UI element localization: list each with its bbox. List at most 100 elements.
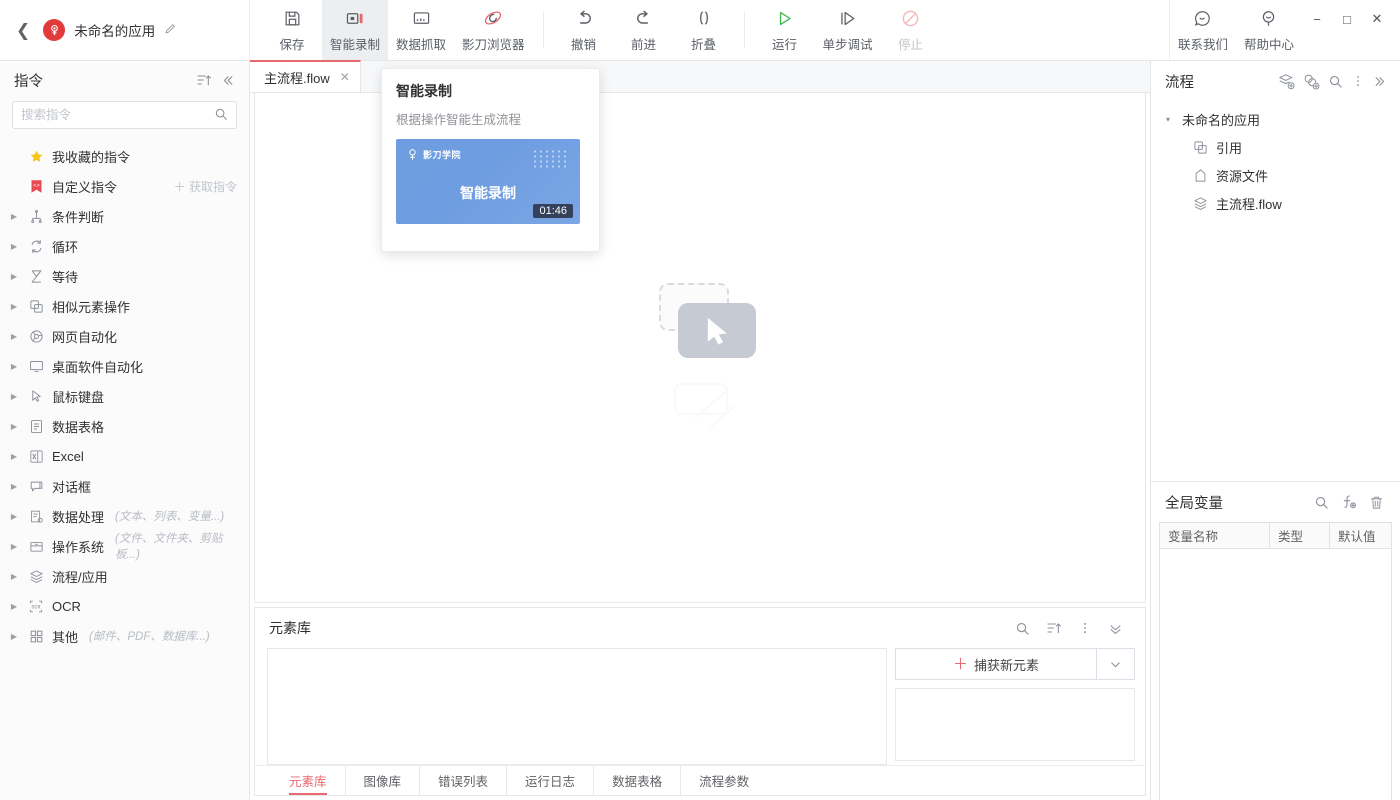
chevron-right-icon[interactable]: ▶	[8, 392, 20, 401]
popover-video-thumbnail[interactable]: 影刀学院 智能录制 01:46	[396, 139, 580, 224]
caret-down-icon[interactable]: ▾	[1161, 115, 1175, 124]
collapse-left-icon[interactable]	[216, 73, 239, 88]
capture-new-element-button[interactable]: ＋ 捕获新元素	[895, 648, 1097, 680]
column-header-variable-name: 变量名称	[1160, 523, 1270, 548]
chevron-right-icon[interactable]: ▶	[8, 452, 20, 461]
search-icon[interactable]	[1308, 495, 1335, 510]
search-icon[interactable]	[1324, 74, 1347, 89]
chevron-right-icon[interactable]: ▶	[8, 572, 20, 581]
toolbar-run[interactable]: 运行	[755, 0, 815, 60]
sidebar-item-data-process[interactable]: ▶ 数据处理 (文本、列表、变量...)	[0, 501, 249, 531]
close-icon[interactable]: ✕	[340, 70, 350, 84]
add-flow-icon[interactable]	[1274, 73, 1299, 90]
edit-name-icon[interactable]	[164, 22, 177, 38]
get-instructions-link[interactable]: ＋ 获取指令	[174, 178, 237, 195]
svg-text:<>: <>	[33, 182, 40, 189]
element-preview-box[interactable]	[895, 688, 1135, 761]
sidebar-item-os[interactable]: ▶ 操作系统 (文件、文件夹、剪贴板...)	[0, 531, 249, 561]
mouse-keyboard-icon	[27, 389, 45, 404]
tree-node-resource-file[interactable]: 资源文件	[1151, 161, 1400, 189]
sidebar-item-mouse-keyboard[interactable]: ▶ 鼠标键盘	[0, 381, 249, 411]
maximize-button[interactable]: □	[1332, 6, 1362, 32]
sidebar-item-flow-app[interactable]: ▶ 流程/应用	[0, 561, 249, 591]
toolbar-data-capture[interactable]: 数据抓取	[388, 0, 454, 60]
chevron-right-icon[interactable]: ▶	[8, 512, 20, 521]
chevron-right-icon[interactable]: ▶	[8, 632, 20, 641]
column-header-default-value: 默认值	[1330, 523, 1391, 548]
search-icon[interactable]	[1007, 621, 1038, 636]
sort-icon[interactable]	[192, 72, 216, 88]
chevron-right-icon[interactable]: ▶	[8, 212, 20, 221]
bottom-tab-element-library[interactable]: 元素库	[271, 766, 346, 795]
sidebar-item-excel[interactable]: ▶ Excel	[0, 441, 249, 471]
delete-icon[interactable]	[1363, 495, 1390, 510]
sort-icon[interactable]	[1038, 620, 1070, 636]
search-instructions-box[interactable]	[12, 101, 237, 129]
back-button[interactable]: ❮	[12, 22, 34, 39]
bottom-tab-error-list[interactable]: 错误列表	[420, 766, 507, 795]
sidebar-item-custom-instructions[interactable]: <> 自定义指令 ＋ 获取指令	[0, 171, 249, 201]
sidebar-item-dialog[interactable]: ▶ 对话框	[0, 471, 249, 501]
flow-tree: ▾ 未命名的应用 引用 资源文件 主流程.flow	[1151, 101, 1400, 217]
sidebar-item-desktop-automation[interactable]: ▶ 桌面软件自动化	[0, 351, 249, 381]
chevron-right-icon[interactable]: ▶	[8, 242, 20, 251]
cursor-icon	[705, 318, 731, 351]
toolbar-step-debug[interactable]: 单步调试	[815, 0, 881, 60]
toolbar-contact-us[interactable]: 联系我们	[1170, 0, 1236, 60]
bottom-tab-datatable[interactable]: 数据表格	[594, 766, 681, 795]
chevron-right-icon[interactable]: ▶	[8, 272, 20, 281]
toolbar-help-center[interactable]: 帮助中心	[1236, 0, 1302, 60]
more-vertical-icon[interactable]	[1070, 621, 1100, 635]
chevron-right-icon[interactable]: ▶	[8, 602, 20, 611]
minimize-button[interactable]: −	[1302, 6, 1332, 32]
capture-new-element-label: 捕获新元素	[974, 655, 1039, 674]
tree-node-main-flow[interactable]: 主流程.flow	[1151, 189, 1400, 217]
chevron-down-icon[interactable]	[1097, 648, 1135, 680]
toolbar-redo[interactable]: 前进	[614, 0, 674, 60]
sidebar-item-hint: (文本、列表、变量...)	[115, 508, 224, 524]
toolbar-divider-2	[744, 12, 745, 48]
more-vertical-icon[interactable]	[1347, 74, 1369, 88]
tree-node-app-root[interactable]: ▾ 未命名的应用	[1151, 105, 1400, 133]
sidebar-item-ocr[interactable]: ▶ OCR OCR	[0, 591, 249, 621]
sidebar-item-favorites[interactable]: 我收藏的指令	[0, 141, 249, 171]
tree-node-reference[interactable]: 引用	[1151, 133, 1400, 161]
sidebar-item-others[interactable]: ▶ 其他 (邮件、PDF、数据库...)	[0, 621, 249, 651]
toolbar-smart-record[interactable]: 智能录制	[322, 0, 388, 60]
collapse-right-icon[interactable]	[1369, 74, 1392, 89]
sidebar-item-web-automation[interactable]: ▶ 网页自动化	[0, 321, 249, 351]
search-input[interactable]	[21, 108, 214, 122]
chevron-double-down-icon[interactable]	[1100, 621, 1131, 636]
chevron-right-icon[interactable]: ▶	[8, 542, 20, 551]
toolbar-collapse[interactable]: 折叠	[674, 0, 734, 60]
element-list-box[interactable]	[267, 648, 887, 765]
toolbar-save[interactable]: 保存	[262, 0, 322, 60]
smart-record-icon	[345, 7, 365, 29]
toolbar-yingdao-browser[interactable]: 影刀浏览器	[454, 0, 533, 60]
sidebar-item-datatable[interactable]: ▶ 数据表格	[0, 411, 249, 441]
add-module-icon[interactable]	[1299, 73, 1324, 90]
sidebar-item-similar-elements[interactable]: ▶ 相似元素操作	[0, 291, 249, 321]
bottom-tab-label: 运行日志	[525, 771, 575, 790]
popover-subtitle: 根据操作智能生成流程	[396, 109, 585, 128]
bottom-tab-run-log[interactable]: 运行日志	[507, 766, 594, 795]
sidebar-item-condition[interactable]: ▶ 条件判断	[0, 201, 249, 231]
element-library-header: 元素库	[255, 608, 1145, 648]
sidebar-item-label: 等待	[52, 267, 78, 286]
editor-tab-main-flow[interactable]: 主流程.flow ✕	[250, 60, 361, 92]
chevron-right-icon[interactable]: ▶	[8, 362, 20, 371]
chevron-right-icon[interactable]: ▶	[8, 332, 20, 341]
toolbar-undo[interactable]: 撤销	[554, 0, 614, 60]
bottom-tab-image-library[interactable]: 图像库	[346, 766, 421, 795]
function-add-icon[interactable]	[1335, 494, 1363, 510]
chevron-right-icon[interactable]: ▶	[8, 422, 20, 431]
sidebar-item-loop[interactable]: ▶ 循环	[0, 231, 249, 261]
search-icon[interactable]	[214, 107, 228, 124]
toolbar-help-center-label: 帮助中心	[1244, 34, 1294, 53]
chevron-right-icon[interactable]: ▶	[8, 302, 20, 311]
sidebar-item-wait[interactable]: ▶ 等待	[0, 261, 249, 291]
close-window-button[interactable]: ✕	[1362, 6, 1392, 32]
chevron-right-icon[interactable]: ▶	[8, 482, 20, 491]
popover-brand-label: 影刀学院	[423, 148, 461, 161]
bottom-tab-flow-params[interactable]: 流程参数	[681, 766, 767, 795]
